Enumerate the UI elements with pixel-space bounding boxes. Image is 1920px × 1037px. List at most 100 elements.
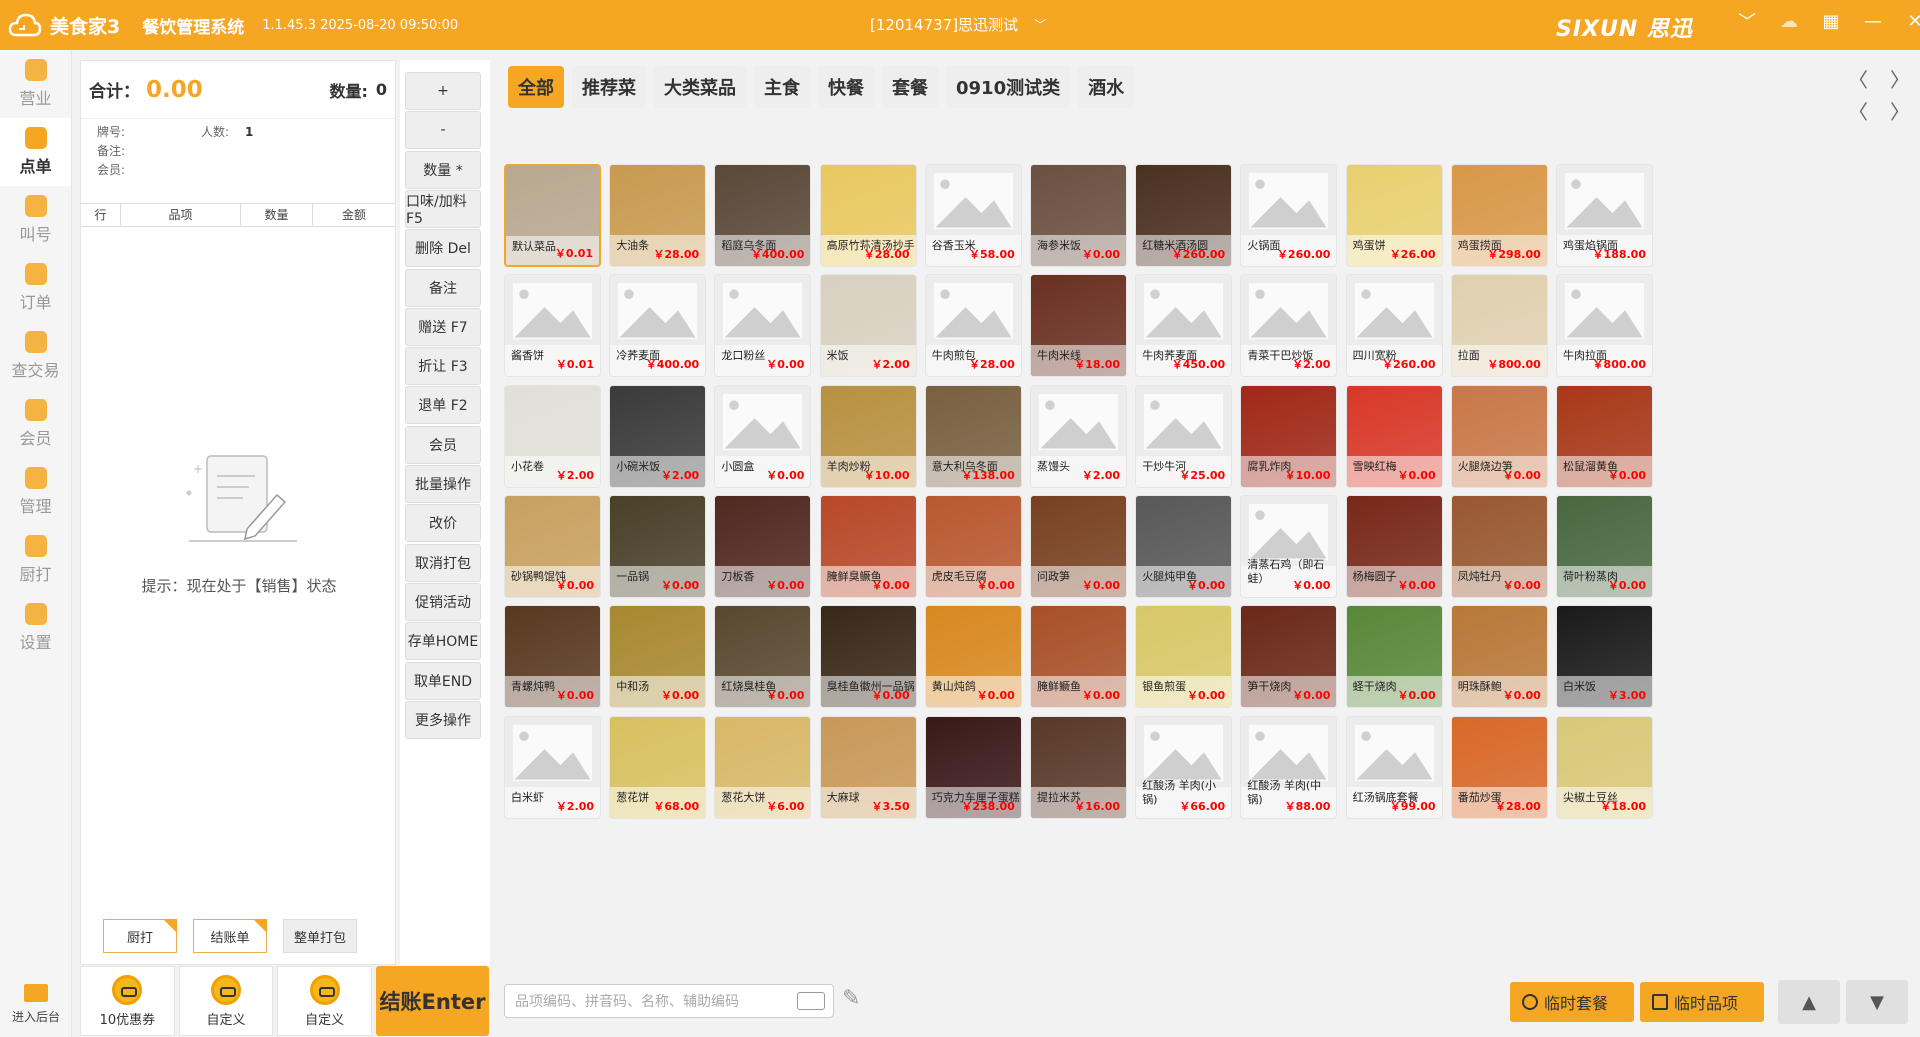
dish-card[interactable]: 红酸汤 羊肉(小锅) ￥66.00 — [1135, 715, 1233, 819]
dish-card[interactable]: 红烧臭桂鱼 ￥0.00 — [714, 605, 812, 709]
delete-button[interactable]: 删除 Del — [405, 229, 481, 268]
change-price-button[interactable]: 改价 — [405, 504, 481, 543]
dish-card[interactable]: 清蒸石鸡（即石蛙） ￥0.00 — [1240, 494, 1338, 598]
dish-card[interactable]: 鸡蛋焰锅面 ￥188.00 — [1556, 164, 1653, 267]
minimize-icon[interactable]: — — [1852, 11, 1894, 32]
dish-card[interactable]: 杨梅圆子 ￥0.00 — [1345, 494, 1443, 598]
dish-card[interactable]: 默认菜品 ￥0.01 — [504, 164, 601, 267]
page-down-button[interactable]: ▼ — [1846, 980, 1908, 1024]
dish-card[interactable]: 蒸馒头 ￥2.00 — [1030, 384, 1127, 488]
category-tab[interactable]: 推荐菜 — [572, 66, 646, 108]
dish-card[interactable]: 龙口粉丝 ￥0.00 — [714, 274, 812, 378]
enter-backend-button[interactable]: 进入后台 — [0, 984, 72, 1025]
plus-button[interactable]: + — [405, 72, 481, 110]
dish-card[interactable]: 火腿烧边笋 ￥0.00 — [1450, 384, 1548, 488]
dish-card[interactable]: 臭桂鱼徽州一品锅 ￥0.00 — [819, 605, 917, 709]
chevron-left-icon[interactable]: 〈 — [1848, 64, 1868, 93]
dish-card[interactable]: 高原竹荪清汤抄手 ￥28.00 — [819, 164, 917, 267]
nav-item-settings[interactable]: 设置 — [0, 594, 71, 662]
dish-card[interactable]: 青螺炖鸭 ￥0.00 — [504, 605, 601, 709]
cloud-upload-icon[interactable]: ☁ — [1768, 11, 1810, 32]
chevron-right-icon[interactable]: 〉 — [1890, 64, 1910, 93]
save-order-button[interactable]: 存单HOME — [405, 622, 481, 661]
category-tab[interactable]: 主食 — [754, 66, 810, 108]
dish-card[interactable]: 冷荞麦面 ￥400.00 — [609, 274, 707, 378]
dish-card[interactable]: 鸡蛋捞面 ￥298.00 — [1450, 164, 1548, 267]
dish-card[interactable]: 巧克力车厘子蛋糕 ￥238.00 — [924, 715, 1022, 819]
quantity-button[interactable]: 数量 * — [405, 150, 481, 189]
dish-card[interactable]: 火腿炖甲鱼 ￥0.00 — [1135, 494, 1233, 598]
dish-card[interactable]: 米饭 ￥2.00 — [819, 274, 917, 378]
dish-card[interactable]: 红糖米酒汤圆 ￥260.00 — [1135, 164, 1233, 267]
dish-card[interactable]: 松鼠溜黄鱼 ￥0.00 — [1556, 384, 1653, 488]
dish-card[interactable]: 虎皮毛豆腐 ￥0.00 — [924, 494, 1022, 598]
dish-card[interactable]: 中和汤 ￥0.00 — [609, 605, 707, 709]
page-up-button[interactable]: ▲ — [1778, 980, 1840, 1024]
retrieve-order-button[interactable]: 取单END — [405, 661, 481, 700]
promotion-button[interactable]: 促销活动 — [405, 582, 481, 621]
dish-card[interactable]: 红酸汤 羊肉(中锅) ￥88.00 — [1240, 715, 1338, 819]
keyboard-icon[interactable] — [797, 992, 825, 1010]
flavor-button[interactable]: 口味/加料 F5 — [405, 189, 481, 228]
dish-card[interactable]: 一品锅 ￥0.00 — [609, 494, 707, 598]
dish-card[interactable]: 小圆盒 ￥0.00 — [714, 384, 812, 488]
dish-card[interactable]: 意大利乌冬面 ￥138.00 — [924, 384, 1022, 488]
coupon-button[interactable]: 10优惠券 — [80, 966, 175, 1036]
dish-card[interactable]: 干炒牛河 ￥25.00 — [1135, 384, 1233, 488]
dish-card[interactable]: 大油条 ￥28.00 — [609, 164, 707, 267]
chevron-left-icon[interactable]: 〈 — [1848, 96, 1868, 125]
pack-all-button[interactable]: 整单打包 — [283, 919, 357, 953]
dish-card[interactable]: 海参米饭 ￥0.00 — [1030, 164, 1127, 267]
temp-item-button[interactable]: 临时品项 — [1640, 982, 1764, 1022]
dish-card[interactable]: 刀板香 ￥0.00 — [714, 494, 812, 598]
temp-set-button[interactable]: 临时套餐 — [1510, 982, 1634, 1022]
dish-card[interactable]: 葱花大饼 ￥6.00 — [714, 715, 812, 819]
dish-card[interactable]: 酱香饼 ￥0.01 — [504, 274, 601, 378]
close-icon[interactable]: ✕ — [1894, 11, 1920, 32]
dish-card[interactable]: 腐乳炸肉 ￥10.00 — [1240, 384, 1338, 488]
dish-card[interactable]: 鸡蛋饼 ￥26.00 — [1345, 164, 1443, 267]
dish-card[interactable]: 牛肉煎包 ￥28.00 — [924, 274, 1022, 378]
minus-button[interactable]: - — [405, 111, 481, 150]
nav-item-business[interactable]: 营业 — [0, 50, 71, 118]
dish-card[interactable]: 银鱼煎蛋 ￥0.00 — [1135, 605, 1233, 709]
nav-item-kitchen-print[interactable]: 厨打 — [0, 526, 71, 594]
dish-card[interactable]: 白米虾 ￥2.00 — [504, 715, 601, 819]
category-tab[interactable]: 全部 — [508, 66, 564, 108]
dish-card[interactable]: 稻庭乌冬面 ￥400.00 — [714, 164, 812, 267]
checkout-button[interactable]: 结账Enter — [376, 966, 489, 1036]
dish-card[interactable]: 明珠酥鲍 ￥0.00 — [1450, 605, 1548, 709]
dish-card[interactable]: 牛肉荞麦面 ￥450.00 — [1135, 274, 1233, 378]
custom-button[interactable]: 自定义 — [277, 966, 373, 1036]
dish-card[interactable]: 羊肉炒粉 ￥10.00 — [819, 384, 917, 488]
nav-item-member[interactable]: 会员 — [0, 390, 71, 458]
dish-card[interactable]: 牛肉拉面 ￥800.00 — [1556, 274, 1653, 378]
category-tab[interactable]: 套餐 — [882, 66, 938, 108]
discount-button[interactable]: 折让 F3 — [405, 347, 481, 386]
custom-button[interactable]: 自定义 — [178, 966, 274, 1036]
dish-card[interactable]: 小碗米饭 ￥2.00 — [609, 384, 707, 488]
dish-card[interactable]: 腌鲜鳜鱼 ￥0.00 — [1030, 605, 1127, 709]
nav-item-manage[interactable]: 管理 — [0, 458, 71, 526]
handwrite-icon[interactable]: ✎ — [842, 986, 860, 1011]
category-tab[interactable]: 酒水 — [1078, 66, 1135, 108]
refund-button[interactable]: 退单 F2 — [405, 386, 481, 425]
chevron-right-icon[interactable]: 〉 — [1890, 96, 1910, 125]
nav-item-orders[interactable]: 订单 — [0, 254, 71, 322]
kitchen-print-toggle[interactable]: 厨打 — [103, 919, 177, 953]
dish-card[interactable]: 四川宽粉 ￥260.00 — [1345, 274, 1443, 378]
note-button[interactable]: 备注 — [405, 268, 481, 307]
dish-card[interactable]: 谷香玉米 ￥58.00 — [924, 164, 1022, 267]
dish-card[interactable]: 红汤锅底套餐 ￥99.00 — [1345, 715, 1443, 819]
dish-card[interactable]: 青菜干巴炒饭 ￥2.00 — [1240, 274, 1338, 378]
batch-button[interactable]: 批量操作 — [405, 465, 481, 503]
cancel-pack-button[interactable]: 取消打包 — [405, 543, 481, 582]
dish-card[interactable]: 腌鲜臭鳜鱼 ￥0.00 — [819, 494, 917, 598]
dish-card[interactable]: 番茄炒蛋 ￥28.00 — [1450, 715, 1548, 819]
dish-card[interactable]: 黄山炖鸽 ￥0.00 — [924, 605, 1022, 709]
dish-card[interactable]: 白米饭 ￥3.00 — [1556, 605, 1653, 709]
dish-card[interactable]: 笋干烧肉 ￥0.00 — [1240, 605, 1338, 709]
dish-card[interactable]: 大麻球 ￥3.50 — [819, 715, 917, 819]
store-selector[interactable]: [12014737]思迅测试 ﹀ — [870, 14, 1046, 35]
search-input[interactable]: 品项编码、拼音码、名称、辅助编码 — [504, 984, 834, 1018]
